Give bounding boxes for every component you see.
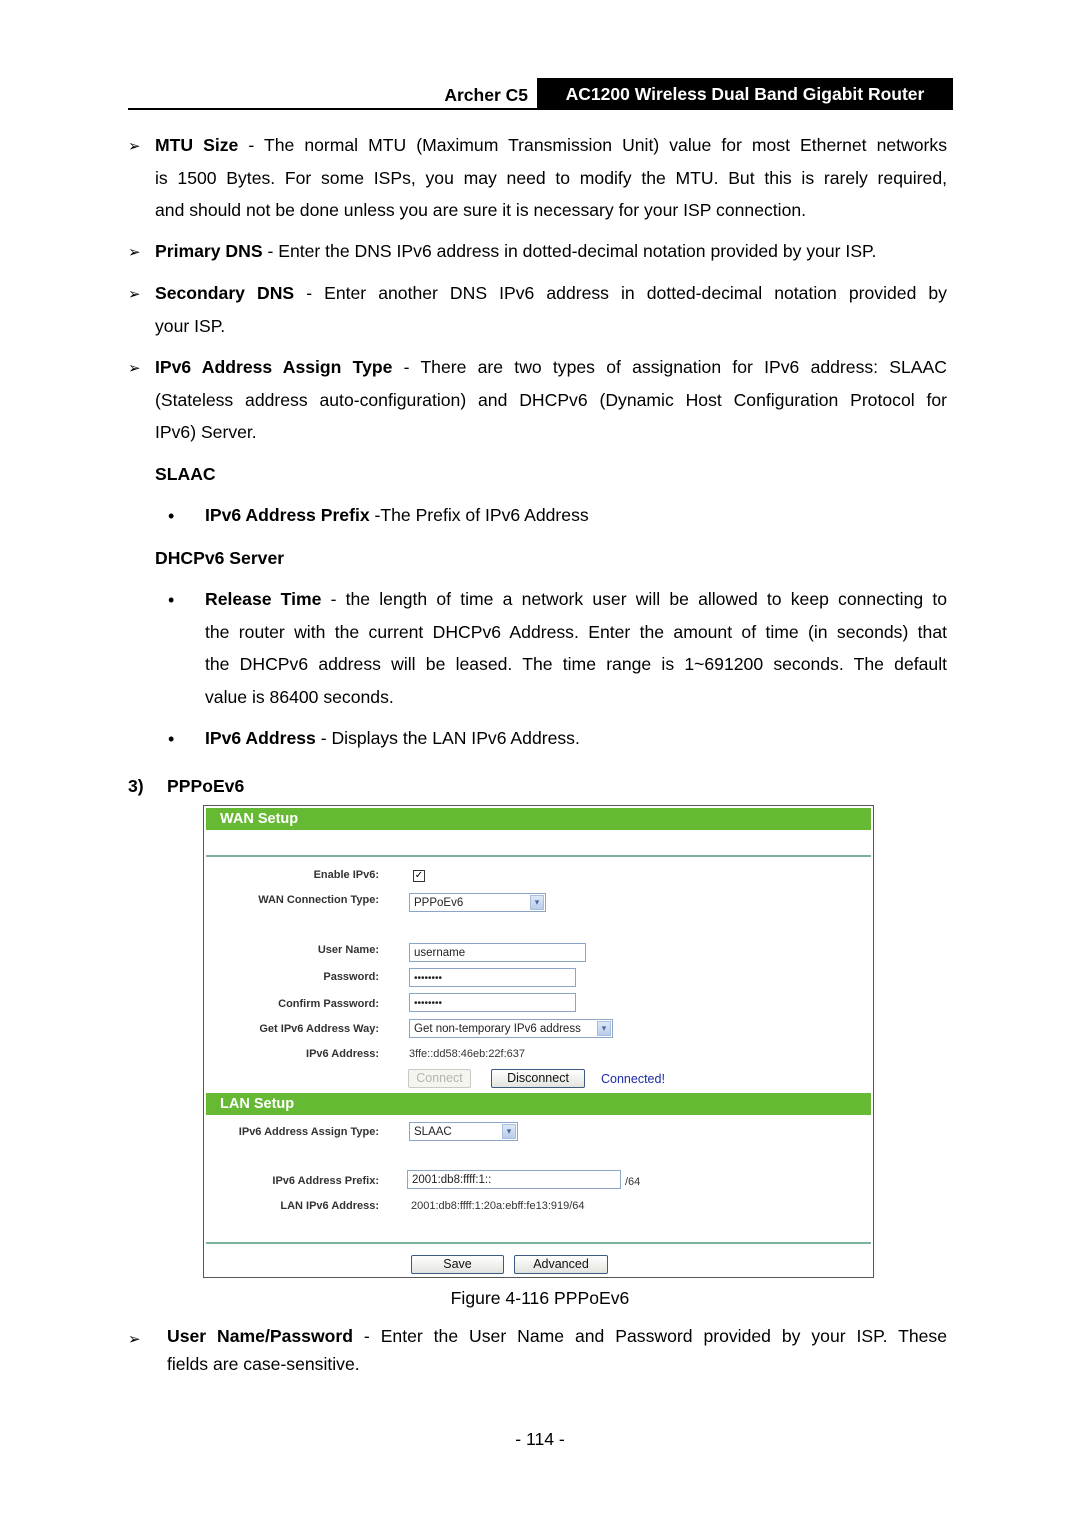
desc: - Enter the User Name and Password provi… <box>352 1326 948 1346</box>
section-number: 3) <box>128 776 144 796</box>
arrow-bullet-icon: ➢ <box>128 286 141 303</box>
desc: - Displays the LAN IPv6 Address. <box>315 728 580 748</box>
user-name-input[interactable]: username <box>409 943 586 962</box>
assign-type-paragraph: IPv6 Address Assign Type - There are two… <box>155 351 947 449</box>
chevron-down-icon: ▾ <box>502 1124 516 1139</box>
release-time-paragraph: Release Time - the length of time a netw… <box>205 583 947 713</box>
page-header: Archer C5 AC1200 Wireless Dual Band Giga… <box>128 78 953 110</box>
advanced-button[interactable]: Advanced <box>514 1255 608 1274</box>
header-product: AC1200 Wireless Dual Band Gigabit Router <box>537 78 953 108</box>
term: MTU Size <box>155 135 239 155</box>
desc: and should not be done unless you are su… <box>155 200 807 220</box>
desc: -The Prefix of IPv6 Address <box>369 505 589 525</box>
confirm-password-label: Confirm Password: <box>278 998 379 1010</box>
dot-bullet-icon: • <box>168 729 175 749</box>
confirm-password-input[interactable]: •••••••• <box>409 993 576 1012</box>
lan-setup-header: LAN Setup <box>206 1093 871 1115</box>
select-value: PPPoEv6 <box>414 897 464 909</box>
wan-connection-type-label: WAN Connection Type: <box>258 894 379 906</box>
page-number: - 114 - <box>515 1429 565 1449</box>
divider <box>206 855 871 857</box>
user-password-paragraph: User Name/Password - Enter the User Name… <box>167 1322 947 1378</box>
term: IPv6 Address Prefix <box>205 505 370 525</box>
router-screenshot: WAN Setup Enable IPv6: ✓ WAN Connection … <box>203 805 874 1278</box>
connection-status: Connected! <box>601 1072 665 1086</box>
desc: (Stateless address auto-configuration) a… <box>155 389 947 410</box>
ipv6-address-label: IPv6 Address: <box>306 1048 379 1060</box>
dot-bullet-icon: • <box>168 506 175 526</box>
desc: - Enter the DNS IPv6 address in dotted-d… <box>262 241 877 261</box>
user-name-label: User Name: <box>317 944 379 956</box>
connect-button[interactable]: Connect <box>408 1069 471 1088</box>
slaac-heading: SLAAC <box>155 464 216 484</box>
disconnect-button[interactable]: Disconnect <box>491 1069 585 1088</box>
prefix-paragraph: IPv6 Address Prefix -The Prefix of IPv6 … <box>205 499 947 532</box>
dhcpv6-heading: DHCPv6 Server <box>155 548 285 568</box>
arrow-bullet-icon: ➢ <box>128 138 141 155</box>
enable-ipv6-label: Enable IPv6: <box>313 869 379 881</box>
dot-bullet-icon: • <box>168 590 175 610</box>
desc: - There are two types of assignation for… <box>392 357 947 377</box>
desc: your ISP. <box>155 315 226 336</box>
term: Release Time <box>205 589 322 609</box>
header-model: Archer C5 <box>444 85 528 105</box>
select-value: SLAAC <box>414 1126 452 1138</box>
wan-setup-header: WAN Setup <box>206 808 871 830</box>
desc: the DHCPv6 address will be leased. The t… <box>205 654 947 674</box>
secondary-dns-paragraph: Secondary DNS - Enter another DNS IPv6 a… <box>155 277 947 342</box>
mtu-paragraph: MTU Size - The normal MTU (Maximum Trans… <box>155 129 947 227</box>
prefix-length: /64 <box>625 1176 641 1188</box>
arrow-bullet-icon: ➢ <box>128 244 141 261</box>
divider <box>206 1242 871 1244</box>
wan-connection-type-select[interactable]: PPPoEv6 ▾ <box>409 893 546 912</box>
desc: - The normal MTU (Maximum Transmission U… <box>238 135 948 155</box>
chevron-down-icon: ▾ <box>530 895 544 910</box>
password-label: Password: <box>323 971 379 983</box>
select-value: Get non-temporary IPv6 address <box>414 1023 581 1035</box>
ipv6-address-assign-type-select[interactable]: SLAAC ▾ <box>409 1122 518 1141</box>
ipv6-address-prefix-input[interactable]: 2001:db8:ffff:1:: <box>407 1170 621 1189</box>
desc: IPv6) Server. <box>155 422 257 442</box>
desc: fields are case-sensitive. <box>167 1354 360 1374</box>
desc: value is 86400 seconds. <box>205 686 394 707</box>
get-ipv6-address-way-label: Get IPv6 Address Way: <box>259 1023 379 1035</box>
password-input[interactable]: •••••••• <box>409 968 576 987</box>
lan-ipv6-address-label: LAN IPv6 Address: <box>280 1200 379 1212</box>
desc: - the length of time a network user will… <box>321 589 948 609</box>
arrow-bullet-icon: ➢ <box>128 360 141 377</box>
primary-dns-paragraph: Primary DNS - Enter the DNS IPv6 address… <box>155 235 947 268</box>
desc: is 1500 Bytes. For some ISPs, you may ne… <box>155 167 947 188</box>
save-button[interactable]: Save <box>411 1255 504 1274</box>
section-title: PPPoEv6 <box>167 776 245 796</box>
desc: the router with the current DHCPv6 Addre… <box>205 621 947 642</box>
get-ipv6-address-way-select[interactable]: Get non-temporary IPv6 address ▾ <box>409 1019 613 1038</box>
lan-ipv6-address-value: 2001:db8:ffff:1:20a:ebff:fe13:919/64 <box>411 1200 585 1212</box>
term: User Name/Password <box>167 1326 353 1346</box>
ipv6-address-value: 3ffe::dd58:46eb:22f:637 <box>409 1048 526 1060</box>
arrow-bullet-icon: ➢ <box>128 1331 141 1348</box>
enable-ipv6-checkbox[interactable]: ✓ <box>413 870 425 882</box>
term: IPv6 Address Assign Type <box>155 357 393 377</box>
chevron-down-icon: ▾ <box>597 1021 611 1036</box>
ipv6-address-paragraph: IPv6 Address - Displays the LAN IPv6 Add… <box>205 722 947 755</box>
ipv6-address-prefix-label: IPv6 Address Prefix: <box>272 1175 379 1187</box>
desc: - Enter another DNS IPv6 address in dott… <box>294 283 947 303</box>
ipv6-address-assign-type-label: IPv6 Address Assign Type: <box>238 1126 379 1138</box>
figure-caption: Figure 4-116 PPPoEv6 <box>450 1288 630 1308</box>
term: IPv6 Address <box>205 728 316 748</box>
term: Secondary DNS <box>155 283 295 303</box>
term: Primary DNS <box>155 241 263 261</box>
